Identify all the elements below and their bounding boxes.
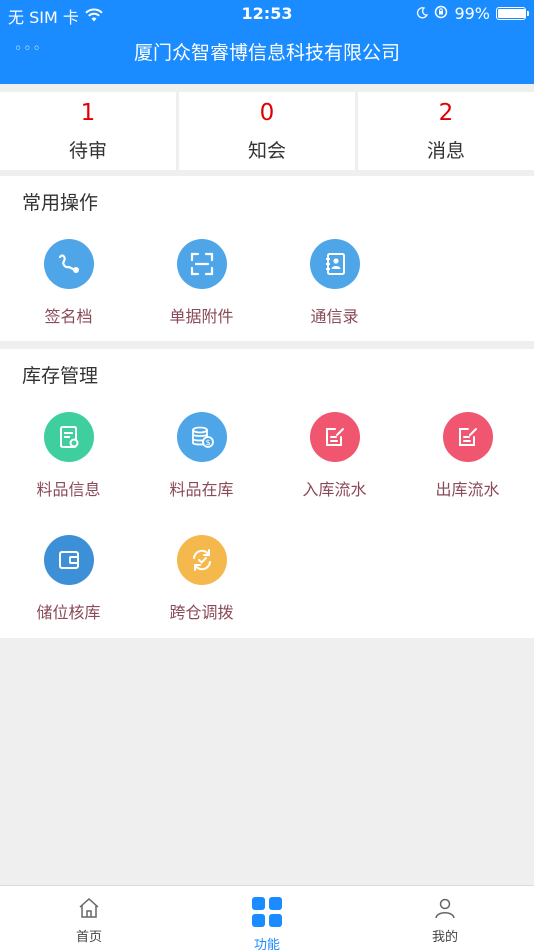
signature-item[interactable]: 签名档 — [2, 239, 135, 327]
count-value: 1 — [80, 100, 96, 126]
item-label: 签名档 — [44, 307, 93, 326]
cross-warehouse-transfer-item[interactable]: 跨仓调拨 — [135, 535, 268, 623]
item-label: 储位核库 — [36, 603, 101, 622]
tab-home[interactable]: 首页 — [0, 886, 178, 950]
common-operations-section: 常用操作 签名档 单据附件 通信录 — [0, 176, 534, 341]
tab-label: 我的 — [431, 930, 458, 945]
count-label: 待审 — [68, 140, 107, 162]
status-bar: 无 SIM 卡 12:53 99% — [0, 0, 534, 28]
home-icon — [0, 896, 178, 924]
coins-icon: $ — [176, 412, 227, 462]
signature-icon — [43, 239, 94, 289]
outbound-flow-item[interactable]: 出库流水 — [401, 412, 534, 500]
item-label: 料品在库 — [169, 480, 234, 499]
item-label: 料品信息 — [36, 480, 101, 499]
tab-mine[interactable]: 我的 — [356, 886, 534, 950]
inbound-flow-item[interactable]: 入库流水 — [268, 412, 401, 500]
transfer-icon — [176, 535, 227, 585]
count-value: 0 — [259, 100, 275, 126]
material-stock-item[interactable]: $ 料品在库 — [135, 412, 268, 500]
inventory-section: 库存管理 料品信息 $ 料品在库 入库流水 出库流水 储位核库 跨仓调拨 — [0, 349, 534, 638]
wallet-icon — [43, 535, 94, 585]
app-header: 无 SIM 卡 12:53 99% ◦◦◦ 厦门众智睿博信息科技有限公司 — [0, 0, 534, 84]
bottom-tab-bar: 首页 功能 我的 — [0, 885, 534, 950]
edit-icon — [309, 412, 360, 462]
item-label: 通信录 — [310, 307, 359, 326]
count-label: 消息 — [426, 140, 465, 162]
count-notify[interactable]: 0 知会 — [179, 92, 355, 170]
battery-percent: 99% — [454, 4, 490, 23]
section-title: 常用操作 — [22, 192, 99, 214]
tab-functions[interactable]: 功能 — [178, 886, 356, 950]
contacts-item[interactable]: 通信录 — [268, 239, 401, 327]
item-label: 跨仓调拨 — [169, 603, 234, 622]
attachment-item[interactable]: 单据附件 — [135, 239, 268, 327]
moon-icon — [416, 4, 429, 23]
material-info-item[interactable]: 料品信息 — [2, 412, 135, 500]
item-label: 入库流水 — [302, 480, 367, 499]
svg-text:$: $ — [205, 438, 210, 447]
grid-icon — [178, 896, 356, 932]
count-pending[interactable]: 1 待审 — [0, 92, 176, 170]
page-title: 厦门众智睿博信息科技有限公司 — [133, 42, 400, 64]
count-summary: 1 待审 0 知会 2 消息 — [0, 92, 534, 170]
user-icon — [356, 896, 534, 924]
item-label: 出库流水 — [435, 480, 500, 499]
count-value: 2 — [438, 100, 454, 126]
contacts-icon — [309, 239, 360, 289]
location-check-item[interactable]: 储位核库 — [2, 535, 135, 623]
count-label: 知会 — [247, 140, 286, 162]
scan-icon — [176, 239, 227, 289]
document-icon — [43, 412, 94, 462]
tab-label: 首页 — [75, 930, 102, 945]
tab-label: 功能 — [253, 938, 280, 950]
edit-icon — [442, 412, 493, 462]
item-label: 单据附件 — [169, 307, 234, 326]
battery-icon — [496, 7, 529, 20]
count-messages[interactable]: 2 消息 — [358, 92, 534, 170]
section-title: 库存管理 — [22, 365, 99, 387]
battery-fill — [498, 9, 526, 18]
rotation-lock-icon — [434, 4, 448, 23]
